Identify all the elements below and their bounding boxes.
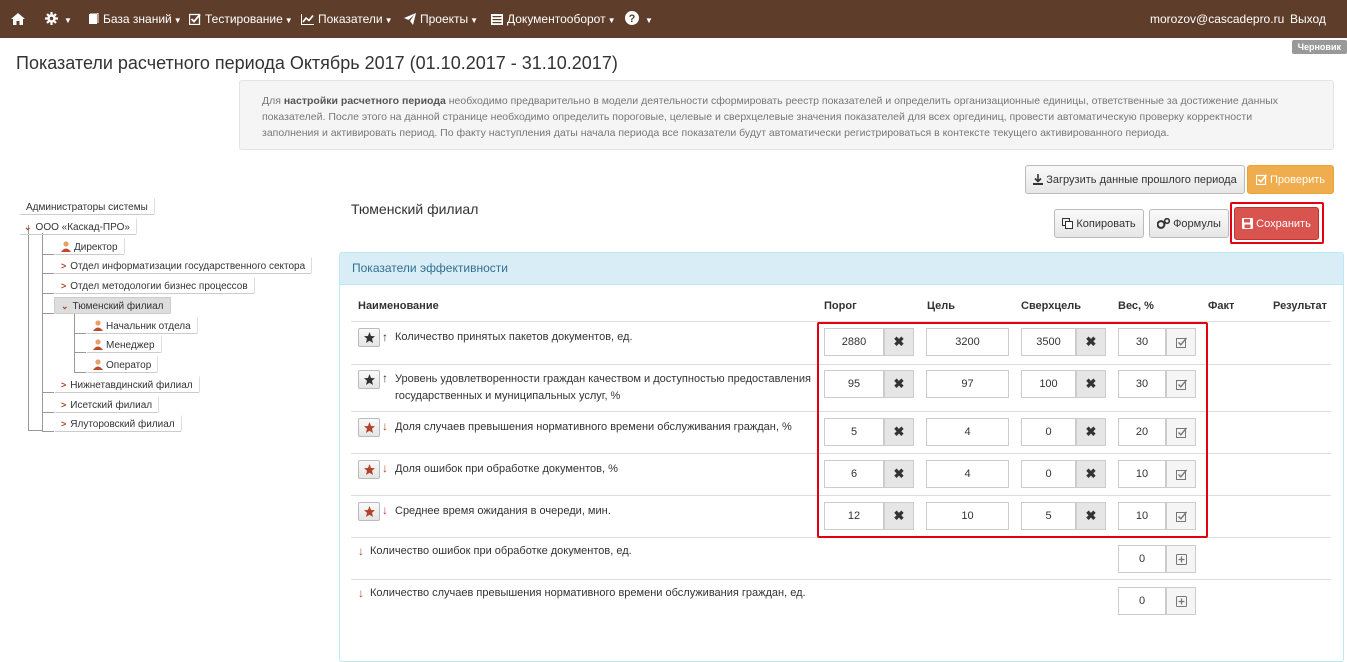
star-icon xyxy=(363,422,375,433)
arrow-down-icon: ↓ xyxy=(382,461,388,475)
col-name-header: Наименование xyxy=(358,300,439,312)
tree-item-head[interactable]: Начальник отдела xyxy=(86,317,198,334)
favorite-toggle-button[interactable] xyxy=(358,502,380,521)
copy-icon xyxy=(1062,218,1074,229)
user-email-link[interactable]: morozov@cascadepro.ru xyxy=(1150,0,1284,38)
weight-input[interactable]: 0 xyxy=(1118,545,1166,573)
info-box: Для настройки расчетного периода необход… xyxy=(239,80,1334,150)
checkbox-icon xyxy=(1255,174,1267,185)
person-icon xyxy=(93,320,103,331)
tree-item-it-dept[interactable]: > Отдел информатизации государственного с… xyxy=(54,257,313,274)
indicator-name: Количество случаев превышения нормативно… xyxy=(370,587,806,599)
add-indicator-button[interactable] xyxy=(1166,587,1196,615)
formulas-button[interactable]: Формулы xyxy=(1149,209,1229,238)
arrow-up-icon: ↑ xyxy=(382,371,388,385)
book-icon xyxy=(89,12,99,24)
tree-item-manager[interactable]: Менеджер xyxy=(86,336,162,353)
arrow-down-icon: ↓ xyxy=(382,503,388,517)
col-fact-header: Факт xyxy=(1208,300,1235,312)
menu-knowledge-base[interactable]: База знаний ▼ xyxy=(88,0,182,38)
chevron-right-icon: > xyxy=(61,400,67,410)
col-threshold-header: Порог xyxy=(824,300,857,312)
values-highlight-frame xyxy=(817,322,1208,538)
arrow-down-icon: ↓ xyxy=(382,419,388,433)
indicator-name: Среднее время ожидания в очереди, мин. xyxy=(395,505,611,517)
favorite-toggle-button[interactable] xyxy=(358,418,380,437)
settings-menu[interactable]: ▼ xyxy=(45,0,72,38)
star-icon xyxy=(363,374,375,385)
col-weight-header: Вес, % xyxy=(1118,300,1154,312)
chevron-down-icon: ⌄ xyxy=(61,301,69,311)
question-icon: ? xyxy=(625,11,639,25)
indicator-name: Доля случаев превышения нормативного вре… xyxy=(395,421,792,433)
top-navbar: ▼ База знаний ▼ Тестирование ▼ Показатели ▼… xyxy=(0,0,1347,38)
tree-item-director[interactable]: Директор xyxy=(54,238,125,255)
arrow-down-icon: ↓ xyxy=(358,544,364,558)
menu-metrics[interactable]: Показатели ▼ xyxy=(301,0,393,38)
svg-text:?: ? xyxy=(629,13,636,25)
add-indicator-button[interactable] xyxy=(1166,545,1196,573)
list-icon xyxy=(491,14,503,25)
page-title: Показатели расчетного периода Октябрь 20… xyxy=(16,53,618,73)
star-icon xyxy=(363,464,375,475)
send-icon xyxy=(404,13,416,25)
home-icon[interactable] xyxy=(11,0,29,38)
person-icon xyxy=(93,359,103,370)
tree-item-operator[interactable]: Оператор xyxy=(86,356,159,373)
logout-link[interactable]: Выход xyxy=(1290,0,1326,38)
col-super-header: Сверхцель xyxy=(1021,300,1082,312)
tree-item-nizhnetavda[interactable]: > Нижнетавдинский филиал xyxy=(54,376,200,393)
person-icon xyxy=(61,241,71,252)
branch-title: Тюменский филиал xyxy=(351,201,479,217)
weight-input[interactable]: 0 xyxy=(1118,587,1166,615)
col-target-header: Цель xyxy=(927,300,956,312)
plus-square-icon xyxy=(1175,553,1187,565)
save-highlight-frame xyxy=(1230,202,1324,244)
draft-badge: Черновик xyxy=(1291,40,1347,54)
menu-projects[interactable]: Проекты ▼ xyxy=(404,0,478,38)
indicator-name: Количество принятых пакетов документов, … xyxy=(395,331,633,343)
tree-item-tyumen[interactable]: ⌄ Тюменский филиал xyxy=(54,297,171,314)
chevron-right-icon: > xyxy=(61,261,67,271)
gear-icon xyxy=(45,12,58,25)
help-menu[interactable]: ? ▼ xyxy=(625,0,653,38)
checkbox-icon xyxy=(188,13,201,26)
favorite-toggle-button[interactable] xyxy=(358,460,380,479)
favorite-toggle-button[interactable] xyxy=(358,370,380,389)
plus-square-icon xyxy=(1175,595,1187,607)
indicator-name: Уровень удовлетворенности граждан качест… xyxy=(395,373,811,402)
tree-item-yalutorovsk[interactable]: > Ялуторовский филиал xyxy=(54,415,182,432)
col-result-header: Результат xyxy=(1273,300,1328,312)
menu-documents[interactable]: Документооборот ▼ xyxy=(491,0,616,38)
chevron-right-icon: > xyxy=(61,281,67,291)
check-button[interactable]: Проверить xyxy=(1247,165,1334,194)
star-icon xyxy=(363,332,375,343)
load-previous-period-button[interactable]: Загрузить данные прошлого периода xyxy=(1025,165,1245,194)
favorite-toggle-button[interactable] xyxy=(358,328,380,347)
line-chart-icon xyxy=(301,14,314,25)
panel-title: Показатели эффективности xyxy=(340,253,1343,285)
person-icon xyxy=(93,339,103,350)
gears-icon xyxy=(1157,218,1171,229)
tree-item-bp-dept[interactable]: > Отдел методологии бизнес процессов xyxy=(54,277,255,294)
chevron-right-icon: > xyxy=(61,380,67,390)
arrow-down-icon: ↓ xyxy=(358,586,364,600)
tree-item-isetsk[interactable]: > Исетский филиал xyxy=(54,396,160,413)
arrow-up-icon: ↑ xyxy=(382,330,388,344)
chevron-right-icon: > xyxy=(61,419,67,429)
tree-item-admins[interactable]: Администраторы системы xyxy=(19,198,155,215)
indicator-name: Количество ошибок при обработке документ… xyxy=(370,545,632,557)
menu-testing[interactable]: Тестирование ▼ xyxy=(188,0,293,38)
copy-button[interactable]: Копировать xyxy=(1054,209,1144,238)
download-icon xyxy=(1033,174,1044,185)
star-icon xyxy=(363,506,375,517)
chevron-down-icon: ⌄ xyxy=(24,222,32,232)
indicator-name: Доля ошибок при обработке документов, % xyxy=(395,463,618,475)
tree-item-company[interactable]: ⌄ ООО «Каскад-ПРО» xyxy=(19,218,137,235)
